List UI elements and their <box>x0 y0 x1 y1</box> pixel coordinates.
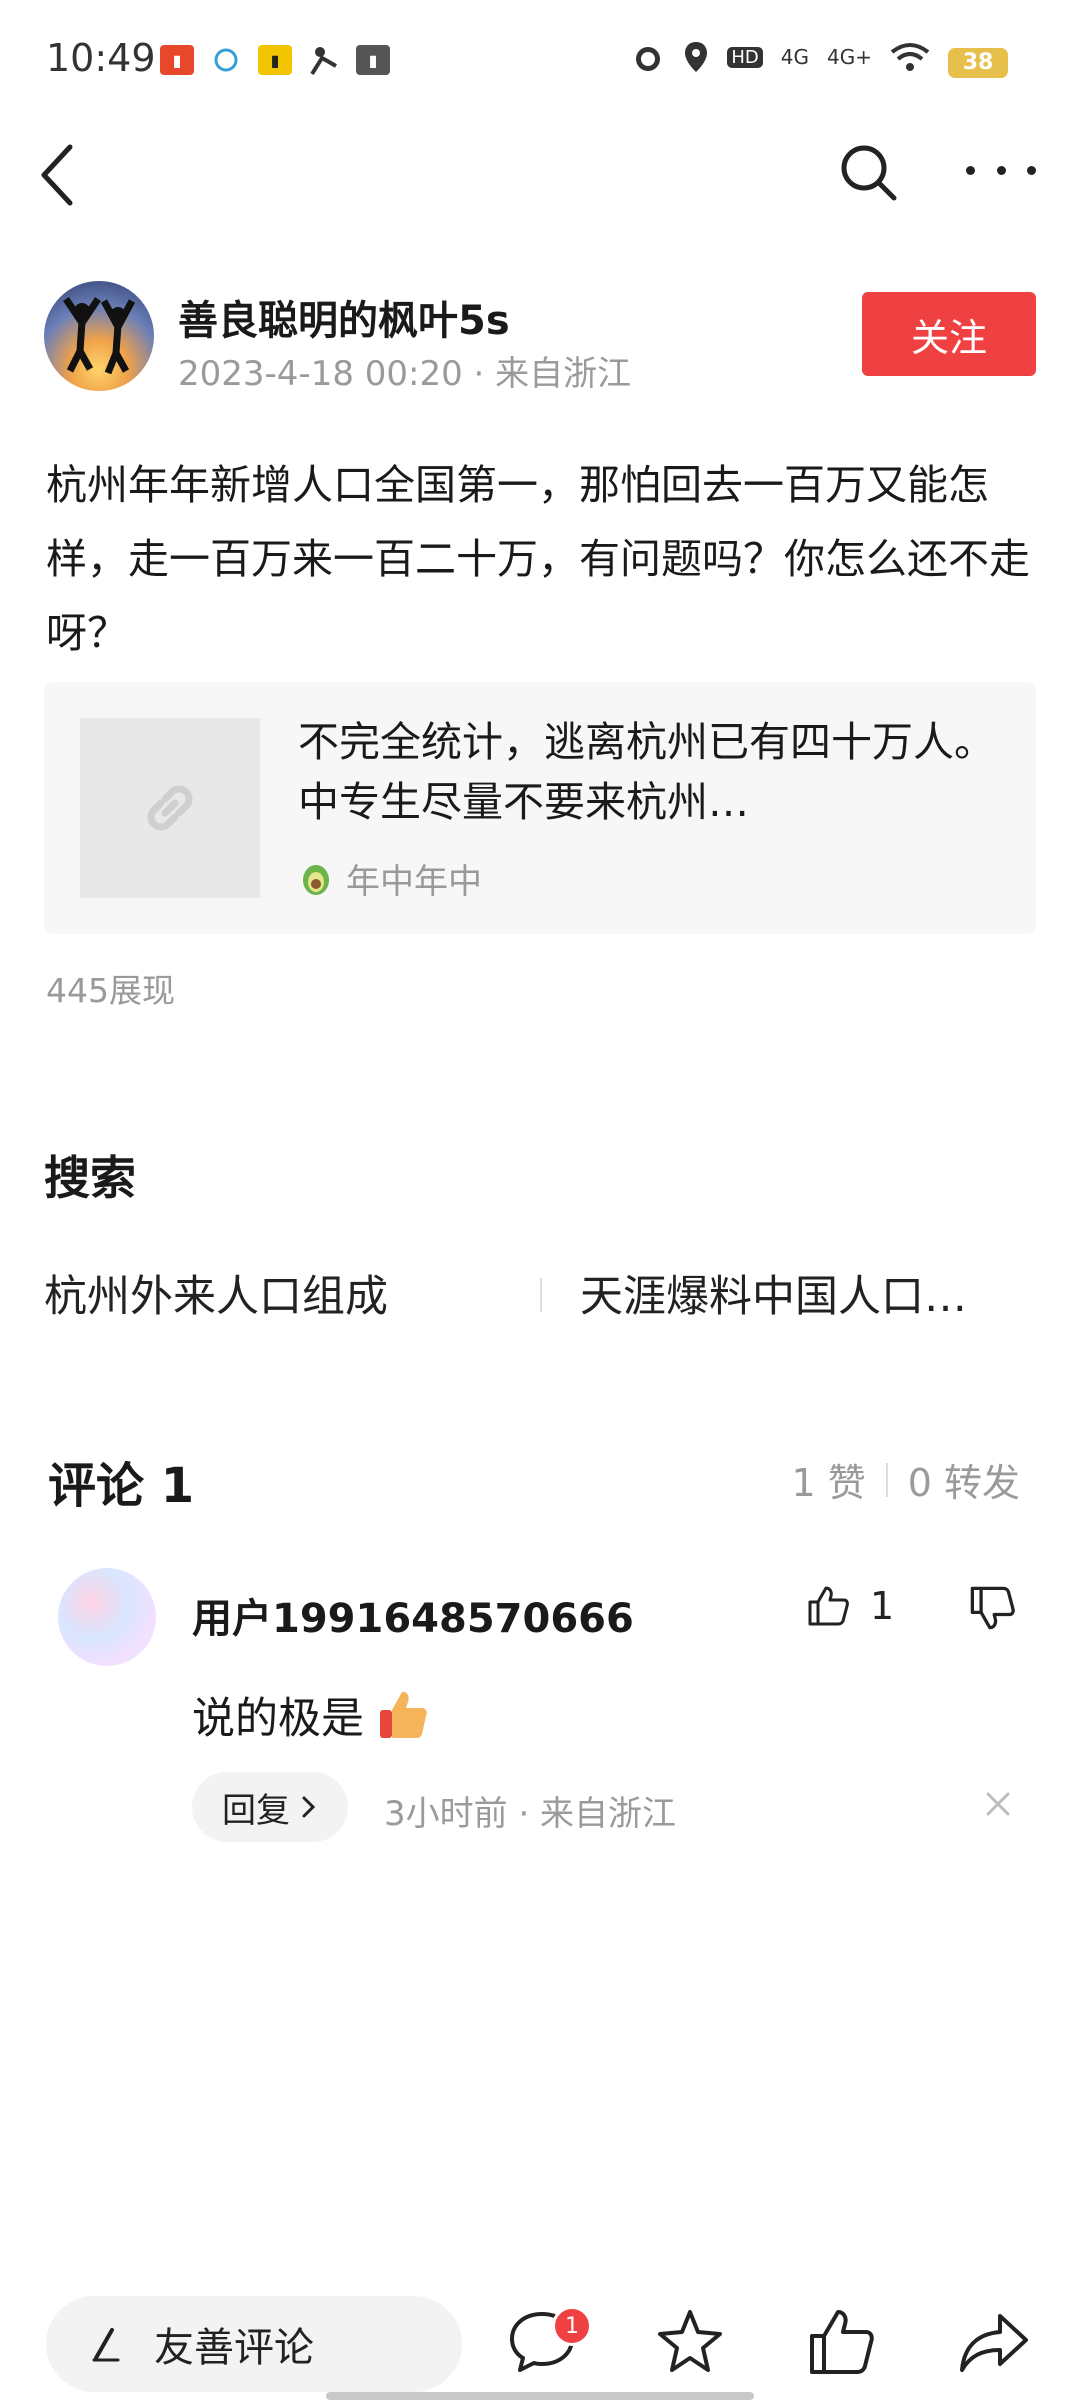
link-source: 年中年中 <box>298 854 482 903</box>
chevron-right-icon <box>302 1796 316 1818</box>
pen-icon <box>92 2328 120 2362</box>
comment-like-button[interactable]: 1 <box>806 1584 894 1628</box>
search-icon <box>841 145 897 201</box>
app-notification-icon: ▮ <box>258 45 292 75</box>
comments-title: 评论 1 <box>48 1458 195 1514</box>
jumping-people-image <box>63 297 136 375</box>
thumbs-up-emoji-icon <box>380 1691 427 1738</box>
search-suggestion[interactable]: 天涯爆料中国人口… <box>580 1262 1020 1324</box>
comment-meta: 3小时前 · 来自浙江 <box>384 1794 677 1834</box>
chevron-left-icon <box>41 144 73 206</box>
status-notification-icons: ▮ ▮ ▮ <box>160 44 390 76</box>
more-options-button[interactable] <box>966 145 1036 195</box>
author-name[interactable]: 善良聪明的枫叶5s <box>178 288 510 346</box>
battery-indicator: 38 <box>948 48 1008 78</box>
author-avatar[interactable] <box>44 281 154 391</box>
search-section-title: 搜索 <box>44 1151 136 1205</box>
link-thumbnail <box>80 718 260 898</box>
chat-notification-icon <box>214 48 238 72</box>
link-title: 不完全统计，逃离杭州已有四十万人。中专生尽量不要来杭州… <box>298 718 995 826</box>
close-icon <box>986 1792 1010 1816</box>
reply-label: 回复 <box>222 1790 290 1831</box>
dot-icon <box>966 165 975 175</box>
status-time: 10:49 <box>46 36 156 80</box>
star-icon <box>658 2310 722 2372</box>
alarm-icon <box>636 47 661 71</box>
post-text: 杭州年年新增人口全国第一，那怕回去一百万又能怎样，走一百万来一百二十万，有问题吗… <box>46 461 1030 657</box>
share-count: 0 转发 <box>907 1461 1020 1505</box>
link-source-name: 年中年中 <box>346 862 482 902</box>
comment-dislike-button[interactable] <box>968 1584 1016 1632</box>
comment-count-badge: 1 <box>552 2306 592 2346</box>
thumbs-up-icon <box>810 2310 874 2374</box>
view-count: 445展现 <box>46 971 175 1010</box>
thumbs-up-icon <box>808 1586 849 1626</box>
avocado-icon <box>303 864 329 895</box>
follow-button[interactable]: 关注 <box>862 292 1036 376</box>
link-card[interactable]: 不完全统计，逃离杭州已有四十万人。中专生尽量不要来杭州… 年中年中 <box>44 682 1036 934</box>
network-4g-plus-label: 4G+ <box>827 45 872 69</box>
share-arrow-icon <box>960 2314 1028 2372</box>
home-indicator[interactable] <box>326 2392 754 2400</box>
commenter-avatar[interactable] <box>58 1568 156 1666</box>
close-button[interactable] <box>982 1788 1014 1820</box>
share-button[interactable] <box>956 2304 1032 2380</box>
news-notification-icon: ▮ <box>356 45 390 75</box>
comment-input[interactable]: 友善评论 <box>46 2296 462 2392</box>
network-4g-label: 4G <box>780 45 810 69</box>
location-icon <box>685 42 708 72</box>
person-notification-icon <box>310 47 337 76</box>
divider <box>885 1462 888 1497</box>
hd-icon: HD <box>727 46 763 68</box>
divider <box>540 1278 542 1312</box>
search-suggestion[interactable]: 杭州外来人口组成 <box>44 1262 388 1324</box>
dot-icon <box>996 165 1006 175</box>
wifi-icon <box>890 43 930 71</box>
back-button[interactable] <box>30 135 90 215</box>
comment-input-placeholder: 友善评论 <box>154 2325 314 2371</box>
post-stats: 1 赞 0 转发 <box>791 1452 1020 1507</box>
favorite-button[interactable] <box>652 2304 728 2380</box>
like-count: 1 赞 <box>791 1461 866 1505</box>
status-system-icons: HD 4G 4G+ <box>631 40 930 74</box>
comment-text: 说的极是 <box>192 1684 432 1746</box>
commenter-name[interactable]: 用户1991648570666 <box>192 1586 634 1644</box>
comment-like-count: 1 <box>870 1584 895 1628</box>
app-notification-icon: ▮ <box>160 45 194 75</box>
post-meta: 2023-4-18 00:20 · 来自浙江 <box>178 354 632 394</box>
link-icon <box>147 785 193 831</box>
dot-icon <box>1027 165 1036 175</box>
comment-body: 说的极是 <box>192 1694 364 1744</box>
reply-button[interactable]: 回复 <box>192 1772 348 1842</box>
like-button[interactable] <box>804 2304 880 2380</box>
thumbs-down-icon <box>970 1586 1015 1630</box>
search-button[interactable] <box>836 140 900 204</box>
